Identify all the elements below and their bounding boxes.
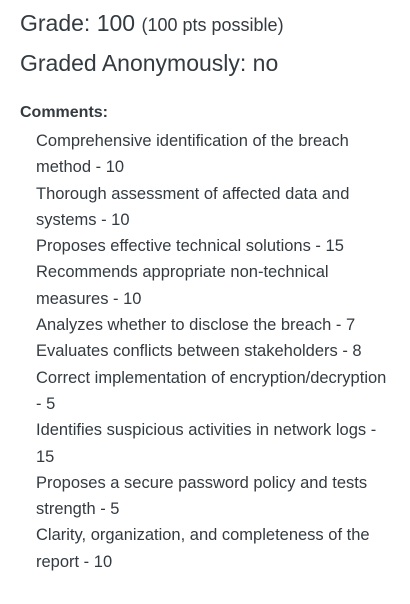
comment-item: Proposes a secure password policy and te… [36, 473, 368, 519]
graded-anonymously-line: Graded Anonymously: no [20, 50, 279, 76]
comment-item: Thorough assessment of affected data and… [36, 184, 350, 229]
comment-item: Comprehensive identification of the brea… [36, 132, 349, 177]
grade-label: Grade: 100 [20, 10, 136, 36]
comments-heading: Comments: [20, 104, 109, 121]
comment-item: Identifies suspicious activities in netw… [36, 421, 377, 466]
comment-item: Clarity, organization, and completeness … [36, 526, 370, 571]
comment-item: Recommends appropriate non-technical mea… [36, 263, 329, 308]
comment-item: Proposes effective technical solutions -… [36, 237, 344, 256]
grade-line: Grade: 100 (100 pts possible) [20, 8, 410, 40]
comments-list: Comprehensive identification of the brea… [20, 128, 396, 575]
comment-item: Evaluates conflicts between stakeholders… [36, 342, 362, 361]
comment-item: Correct implementation of encryption/dec… [36, 368, 387, 413]
comment-item: Analyzes whether to disclose the breach … [36, 316, 356, 335]
grade-summary-panel: Grade: 100 (100 pts possible) Graded Ano… [0, 0, 410, 575]
points-possible: (100 pts possible) [141, 15, 284, 35]
